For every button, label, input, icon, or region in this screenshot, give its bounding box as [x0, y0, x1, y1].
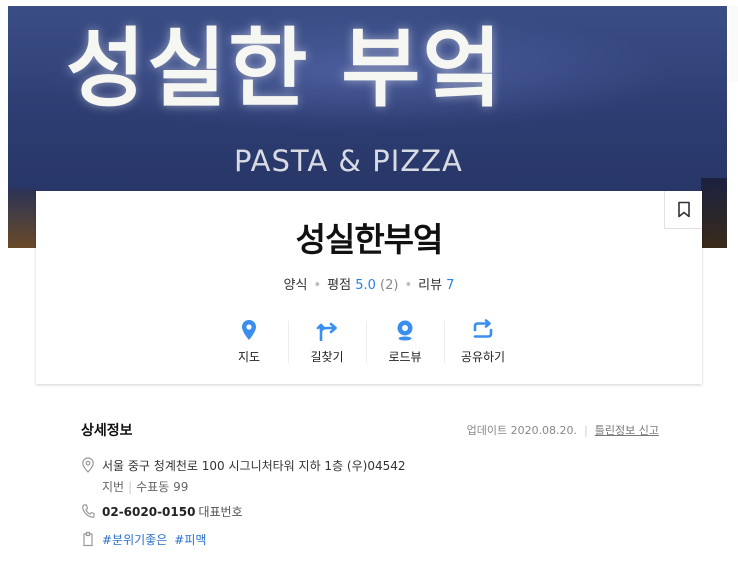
- detail-section: 상세정보 업데이트 2020.08.20. | 틀린정보 신고 서울 중구 청계천로…: [81, 420, 659, 547]
- rating-value: 5.0: [355, 278, 376, 293]
- share-button-label: 공유하기: [460, 350, 506, 364]
- directions-icon: [316, 322, 337, 341]
- hero-sign-english: PASTA & PIZZA: [234, 144, 463, 178]
- edge-strip: [729, 6, 738, 82]
- tag-icon: [83, 531, 93, 547]
- place-meta: 양식 • 평점 5.0 (2) • 리뷰 7: [36, 274, 702, 293]
- report-link[interactable]: 틀린정보 신고: [595, 424, 659, 437]
- hero-sign-korean: 성실한 부엌: [66, 19, 504, 119]
- jibun-value: 수표동 99: [136, 480, 189, 494]
- rating-label: 평점: [327, 278, 352, 293]
- jibun-text: 지번 | 수표동 99: [102, 478, 188, 495]
- action-bar: 지도 길찾기 로드뷰 공유하기: [210, 317, 522, 367]
- roadview-icon: [397, 320, 413, 341]
- share-button[interactable]: 공유하기: [444, 317, 522, 367]
- header-separator: |: [584, 424, 588, 437]
- tag-link[interactable]: #분위기좋은: [102, 533, 167, 547]
- review-count: 7: [446, 278, 455, 293]
- detail-title: 상세정보: [81, 423, 133, 439]
- rating-link[interactable]: 평점 5.0 (2): [327, 278, 398, 293]
- hero-shelf-right: [701, 178, 727, 248]
- meta-dot: •: [313, 278, 322, 293]
- address-text: 서울 중구 청계천로 100 시그니처타워 지하 1층 (우)04542: [102, 459, 406, 473]
- place-summary-card: 성실한부엌 양식 • 평점 5.0 (2) • 리뷰 7 지도 길찾기 로드뷰 …: [36, 191, 702, 384]
- map-button-label: 지도: [237, 350, 261, 364]
- meta-dot: •: [404, 278, 413, 293]
- map-pin-icon: [242, 320, 256, 340]
- directions-button[interactable]: 길찾기: [288, 317, 366, 367]
- place-title: 성실한부엌: [295, 220, 444, 259]
- phone-text: 02-6020-0150 대표번호: [102, 503, 243, 520]
- phone-number[interactable]: 02-6020-0150: [102, 505, 195, 519]
- map-button[interactable]: 지도: [210, 317, 288, 367]
- review-label: 리뷰: [418, 278, 443, 293]
- directions-button-label: 길찾기: [310, 350, 344, 364]
- roadview-button[interactable]: 로드뷰: [366, 317, 444, 367]
- detail-header: 상세정보 업데이트 2020.08.20. | 틀린정보 신고: [81, 420, 659, 442]
- category-label: 양식: [283, 278, 308, 293]
- review-link[interactable]: 리뷰 7: [418, 278, 454, 293]
- phone-icon: [82, 504, 95, 518]
- detail-header-meta: 업데이트 2020.08.20. | 틀린정보 신고: [467, 422, 659, 438]
- update-date: 업데이트 2020.08.20.: [466, 424, 578, 437]
- share-icon: [473, 319, 493, 338]
- location-icon: [82, 457, 94, 473]
- tag-link[interactable]: #피맥: [174, 533, 206, 547]
- phone-label: 대표번호: [198, 505, 243, 519]
- roadview-button-label: 로드뷰: [388, 350, 422, 364]
- hero-shelf-left: [8, 188, 36, 248]
- tag-list: #분위기좋은 #피맥: [102, 531, 213, 548]
- jibun-separator: |: [128, 480, 133, 494]
- rating-count: (2): [380, 278, 399, 293]
- jibun-label: 지번: [102, 480, 125, 494]
